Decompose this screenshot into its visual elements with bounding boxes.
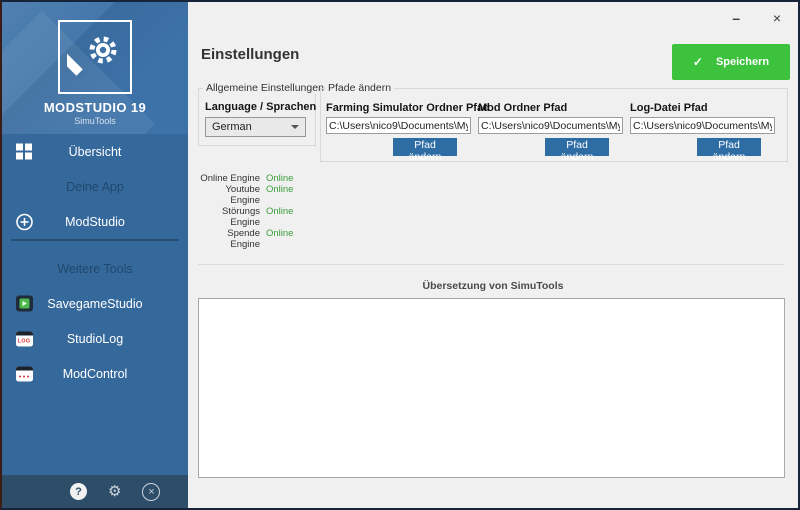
sidebar-footer: ? ⚙ × — [2, 475, 188, 508]
savegame-icon — [15, 295, 33, 312]
engine-status-badge: Online — [266, 173, 293, 184]
change-log-path-button[interactable]: Pfad ändern — [697, 138, 761, 156]
window-close-button[interactable]: × — [773, 10, 781, 26]
section-divider — [198, 264, 784, 265]
language-label: Language / Sprachen — [205, 101, 315, 113]
sidebar: MODSTUDIO 19 SimuTools Übersicht Deine A… — [2, 2, 188, 508]
log-document-icon: LOG — [15, 330, 33, 347]
sidebar-menu: Übersicht Deine App ModStudio Weitere To… — [2, 134, 188, 475]
sidebar-item-modcontrol[interactable]: ModControl — [2, 356, 188, 391]
sidebar-item-label: ModControl — [63, 367, 128, 381]
engine-name: Spende Engine — [198, 228, 260, 250]
plus-circle-icon — [15, 213, 33, 230]
engine-status-badge: Online — [266, 228, 293, 250]
sidebar-item-studiolog[interactable]: LOG StudioLog — [2, 321, 188, 356]
engine-name: Störungs Engine — [198, 206, 260, 228]
paths-group: Pfade ändern Farming Simulator Ordner Pf… — [320, 88, 788, 162]
logo-panel: MODSTUDIO 19 SimuTools — [2, 2, 188, 134]
change-mod-path-button[interactable]: Pfad ändern — [545, 138, 609, 156]
general-group-title: Allgemeine Einstellungen — [203, 82, 327, 94]
sidebar-item-modstudio[interactable]: ModStudio — [2, 204, 188, 239]
mod-path-label: Mod Ordner Pfad — [478, 102, 626, 114]
engine-status-row: Youtube Engine Online — [198, 184, 293, 206]
sidebar-divider — [11, 239, 179, 241]
dots-document-icon — [15, 365, 33, 382]
gear-pencil-icon — [67, 29, 123, 85]
engine-status-badge: Online — [266, 206, 293, 228]
save-button-label: Speichern — [716, 56, 769, 68]
general-settings-group: Allgemeine Einstellungen Language / Spra… — [198, 88, 316, 146]
engine-name: Youtube Engine — [198, 184, 260, 206]
sidebar-header-weitere-tools: Weitere Tools — [2, 251, 188, 286]
mod-path-input[interactable] — [478, 117, 623, 134]
app-subtitle: SimuTools — [2, 116, 188, 126]
translation-title: Übersetzung von SimuTools — [188, 280, 798, 292]
log-path-input[interactable] — [630, 117, 775, 134]
engine-status-row: Spende Engine Online — [198, 228, 293, 250]
mod-path-field: Mod Ordner Pfad Pfad ändern — [478, 89, 626, 156]
engine-status-badge: Online — [266, 184, 293, 206]
sidebar-item-label: Übersicht — [69, 145, 122, 159]
change-fs-path-button[interactable]: Pfad ändern — [393, 138, 457, 156]
log-path-field: Log-Datei Pfad Pfad ändern — [630, 89, 778, 156]
sidebar-item-label: StudioLog — [67, 332, 123, 346]
engine-status-list: Online Engine Online Youtube Engine Onli… — [198, 173, 293, 250]
sidebar-header-deine-app: Deine App — [2, 169, 188, 204]
sidebar-item-label: SavegameStudio — [47, 297, 142, 311]
app-logo — [58, 20, 132, 94]
app-window: MODSTUDIO 19 SimuTools Übersicht Deine A… — [0, 0, 800, 510]
save-button[interactable]: ✓ Speichern — [672, 44, 790, 80]
engine-status-row: Störungs Engine Online — [198, 206, 293, 228]
engine-name: Online Engine — [198, 173, 260, 184]
translation-box[interactable] — [198, 298, 785, 478]
fs-path-input[interactable] — [326, 117, 471, 134]
engine-status-row: Online Engine Online — [198, 173, 293, 184]
chevron-down-icon — [291, 125, 299, 129]
exit-icon[interactable]: × — [142, 483, 160, 501]
page-title: Einstellungen — [201, 46, 299, 63]
sidebar-item-label: ModStudio — [65, 215, 125, 229]
log-path-label: Log-Datei Pfad — [630, 102, 778, 114]
language-selected-value: German — [212, 121, 252, 133]
fs-path-field: Farming Simulator Ordner Pfad Pfad änder… — [326, 89, 474, 156]
sidebar-item-uebersicht[interactable]: Übersicht — [2, 134, 188, 169]
minimize-button[interactable]: – — [732, 10, 740, 26]
sidebar-item-savegamestudio[interactable]: SavegameStudio — [2, 286, 188, 321]
check-icon: ✓ — [693, 55, 703, 69]
app-title: MODSTUDIO 19 — [2, 100, 188, 115]
language-select[interactable]: German — [205, 117, 306, 137]
fs-path-label: Farming Simulator Ordner Pfad — [326, 102, 474, 114]
log-icon-text: LOG — [18, 337, 31, 346]
help-icon[interactable]: ? — [70, 483, 87, 500]
grid-icon — [15, 143, 33, 160]
settings-gear-icon[interactable]: ⚙ — [108, 484, 121, 499]
main-panel: – × Einstellungen ✓ Speichern Allgemeine… — [188, 2, 798, 508]
